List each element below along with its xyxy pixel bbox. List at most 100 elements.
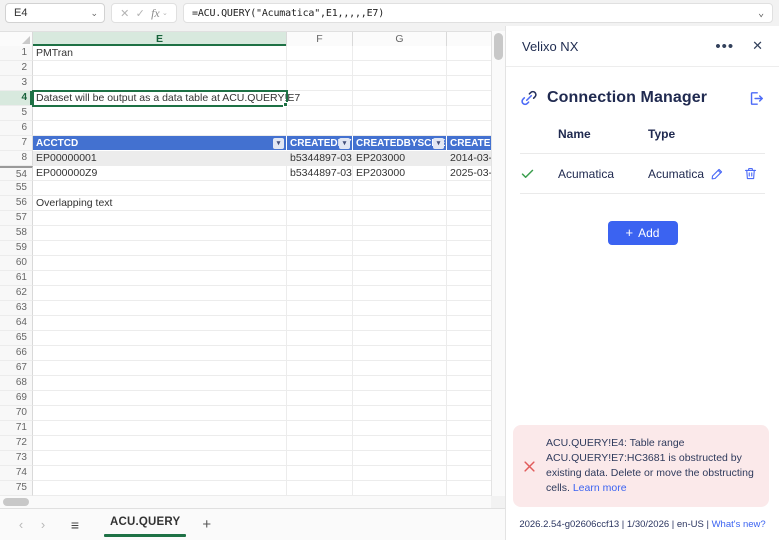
row-header[interactable]: 57 — [0, 211, 33, 226]
grid-cell[interactable] — [287, 316, 353, 331]
grid-cell[interactable] — [33, 391, 287, 406]
grid-cell[interactable] — [353, 421, 447, 436]
row-header[interactable]: 2 — [0, 61, 33, 76]
grid-cell[interactable] — [353, 286, 447, 301]
grid-cell[interactable] — [287, 241, 353, 256]
grid-cell[interactable] — [33, 61, 287, 76]
grid-cell[interactable]: EP00000001 — [33, 151, 287, 166]
grid-cell[interactable] — [287, 226, 353, 241]
grid-cell[interactable] — [353, 451, 447, 466]
row-header[interactable]: 67 — [0, 361, 33, 376]
grid-cell[interactable] — [287, 196, 353, 211]
grid-cell[interactable] — [353, 256, 447, 271]
next-sheet-icon[interactable]: › — [32, 517, 54, 532]
grid-cell[interactable] — [447, 211, 491, 226]
grid-cell[interactable] — [447, 241, 491, 256]
add-connection-button[interactable]: + Add — [608, 221, 678, 245]
connection-row[interactable]: Acumatica Acumatica — [520, 153, 765, 194]
grid-cell[interactable] — [447, 181, 491, 196]
grid-cell[interactable] — [287, 481, 353, 496]
horizontal-scrollbar-thumb[interactable] — [3, 498, 29, 506]
grid-cell[interactable] — [33, 211, 287, 226]
formula-input[interactable]: =ACU.QUERY("Acumatica",E1,,,,,E7) ⌄ — [183, 3, 773, 23]
grid-cell[interactable] — [353, 76, 447, 91]
grid-cell[interactable] — [287, 46, 353, 61]
filter-dropdown-icon[interactable]: ▾ — [273, 138, 284, 149]
grid-cell[interactable] — [353, 211, 447, 226]
grid-cell[interactable] — [447, 196, 491, 211]
chevron-down-icon[interactable]: ⌄ — [162, 9, 168, 17]
whats-new-link[interactable]: What's new? — [712, 519, 766, 530]
grid-cell[interactable] — [447, 316, 491, 331]
grid-cell[interactable] — [447, 361, 491, 376]
row-header[interactable]: 72 — [0, 436, 33, 451]
table-header-cell[interactable]: ACCTCD▾ — [33, 136, 287, 151]
grid-cell[interactable] — [33, 76, 287, 91]
grid-cell[interactable] — [287, 331, 353, 346]
row-header[interactable]: 63 — [0, 301, 33, 316]
grid-cell[interactable] — [353, 121, 447, 136]
cancel-icon[interactable]: ✕ — [120, 7, 129, 20]
grid-cell[interactable] — [353, 481, 447, 496]
row-header[interactable]: 71 — [0, 421, 33, 436]
expand-formula-bar-icon[interactable]: ⌄ — [758, 8, 764, 19]
sheet-tab-active[interactable]: ACU.QUERY — [102, 509, 188, 540]
grid-cell[interactable] — [287, 346, 353, 361]
row-header[interactable]: 7 — [0, 136, 33, 151]
row-header[interactable]: 1 — [0, 46, 33, 61]
grid-cell[interactable] — [353, 271, 447, 286]
grid-cell[interactable] — [33, 241, 287, 256]
grid-cell[interactable] — [287, 421, 353, 436]
grid-cell[interactable] — [33, 286, 287, 301]
close-pane-icon[interactable]: ✕ — [752, 38, 763, 54]
row-header[interactable]: 56 — [0, 196, 33, 211]
horizontal-scrollbar[interactable] — [0, 496, 491, 508]
grid-cell[interactable] — [353, 61, 447, 76]
grid-cell[interactable] — [447, 391, 491, 406]
grid-cell[interactable] — [287, 451, 353, 466]
row-header[interactable]: 60 — [0, 256, 33, 271]
grid-cell[interactable] — [353, 46, 447, 61]
grid-cell[interactable] — [33, 301, 287, 316]
grid-cell[interactable] — [287, 211, 353, 226]
table-header-cell[interactable]: CREATEDBYID▾ — [287, 136, 353, 151]
grid-cell[interactable] — [353, 466, 447, 481]
learn-more-link[interactable]: Learn more — [573, 482, 627, 494]
grid-cell[interactable] — [447, 346, 491, 361]
prev-sheet-icon[interactable]: ‹ — [10, 517, 32, 532]
grid-cell[interactable] — [447, 466, 491, 481]
grid-cell[interactable] — [33, 361, 287, 376]
grid-cell[interactable] — [33, 181, 287, 196]
row-header[interactable]: 61 — [0, 271, 33, 286]
column-header-f[interactable]: F — [287, 32, 353, 46]
grid-cell[interactable] — [447, 376, 491, 391]
sign-out-icon[interactable] — [748, 90, 765, 107]
grid-cell[interactable] — [33, 376, 287, 391]
grid-cell[interactable] — [287, 301, 353, 316]
grid-cell[interactable] — [447, 226, 491, 241]
grid-cell[interactable] — [353, 346, 447, 361]
grid-cell[interactable] — [287, 391, 353, 406]
grid-cell[interactable]: PMTran — [33, 46, 287, 61]
grid-cell[interactable] — [33, 466, 287, 481]
table-header-cell[interactable]: CREATEDBYSCREEN▾ — [353, 136, 447, 151]
grid-cell[interactable] — [353, 196, 447, 211]
grid-cell[interactable] — [287, 121, 353, 136]
grid-cell[interactable] — [353, 301, 447, 316]
grid-cell[interactable] — [447, 481, 491, 496]
grid-cell[interactable] — [287, 76, 353, 91]
column-header-e[interactable]: E — [33, 32, 287, 46]
grid-cell[interactable] — [447, 61, 491, 76]
grid-cell[interactable] — [287, 466, 353, 481]
grid-cell[interactable] — [33, 121, 287, 136]
grid-cell[interactable] — [447, 421, 491, 436]
filter-dropdown-icon[interactable]: ▾ — [433, 138, 444, 149]
grid-cell[interactable] — [287, 286, 353, 301]
grid-cell[interactable]: b5344897-037 — [287, 151, 353, 166]
grid-cell[interactable] — [353, 331, 447, 346]
grid-cell[interactable] — [447, 121, 491, 136]
row-header[interactable]: 54 — [0, 166, 33, 181]
grid-cell[interactable] — [447, 406, 491, 421]
row-header[interactable]: 65 — [0, 331, 33, 346]
row-header[interactable]: 75 — [0, 481, 33, 496]
